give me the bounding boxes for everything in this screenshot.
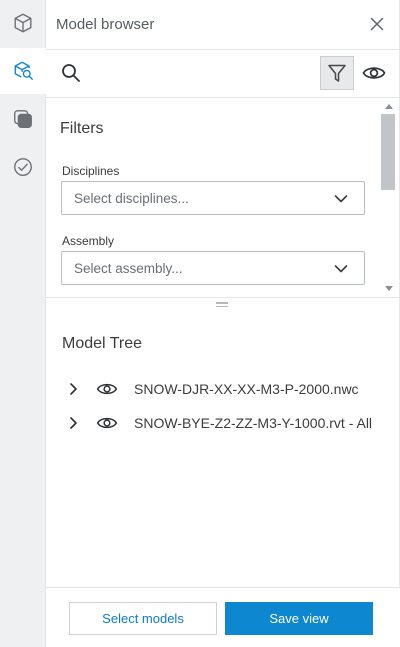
search-icon[interactable] [60,62,82,84]
save-view-button[interactable]: Save view [225,602,373,635]
assembly-placeholder: Select assembly... [74,261,183,276]
disciplines-placeholder: Select disciplines... [74,191,189,206]
panel-header: Model browser [46,0,400,50]
filters-scrollbar[interactable] [380,98,400,297]
assembly-label: Assembly [62,234,115,248]
model-tree-heading: Model Tree [62,335,143,352]
close-icon[interactable] [368,15,386,33]
rail-button-views[interactable] [0,96,46,142]
eye-icon[interactable] [96,381,118,397]
filters-heading: Filters [60,120,104,137]
chevron-right-icon[interactable] [68,416,78,430]
filter-icon [328,64,346,82]
check-circle-icon [14,158,32,176]
icon-rail [0,0,47,647]
disciplines-label: Disciplines [62,164,120,178]
filter-toggle-button[interactable] [320,56,354,90]
eye-icon[interactable] [96,415,118,431]
panel-title: Model browser [56,16,155,33]
panel-footer: Select models Save view [46,587,400,647]
rail-button-issues[interactable] [0,144,46,190]
rail-button-model-browser[interactable] [0,48,47,94]
disciplines-select[interactable]: Select disciplines... [61,181,365,215]
model-search-icon [14,61,33,80]
rail-button-models[interactable] [0,0,46,46]
assembly-select[interactable]: Select assembly... [61,251,365,285]
resize-handle[interactable] [215,302,229,308]
tree-item-label: SNOW-DJR-XX-XX-M3-P-2000.nwc [134,381,359,397]
cube-icon [14,13,32,33]
chevron-right-icon[interactable] [68,382,78,396]
chevron-down-icon [334,195,348,203]
scroll-thumb[interactable] [381,114,395,190]
select-models-button[interactable]: Select models [69,602,217,635]
layers-icon [14,110,32,128]
tree-item-label: SNOW-BYE-Z2-ZZ-M3-Y-1000.rvt - All [134,415,373,431]
eye-icon[interactable] [362,63,386,83]
filters-section: Filters Disciplines Select disciplines..… [46,98,400,298]
panel-toolbar [46,50,400,98]
tree-item[interactable]: SNOW-BYE-Z2-ZZ-M3-Y-1000.rvt - All [46,408,400,438]
chevron-down-icon [334,265,348,273]
tree-item[interactable]: SNOW-DJR-XX-XX-M3-P-2000.nwc [46,374,400,404]
scroll-up-arrow[interactable] [385,104,393,109]
model-browser-panel: Model browser Filters Disciplines Select… [46,0,400,647]
scroll-down-arrow[interactable] [385,286,393,291]
